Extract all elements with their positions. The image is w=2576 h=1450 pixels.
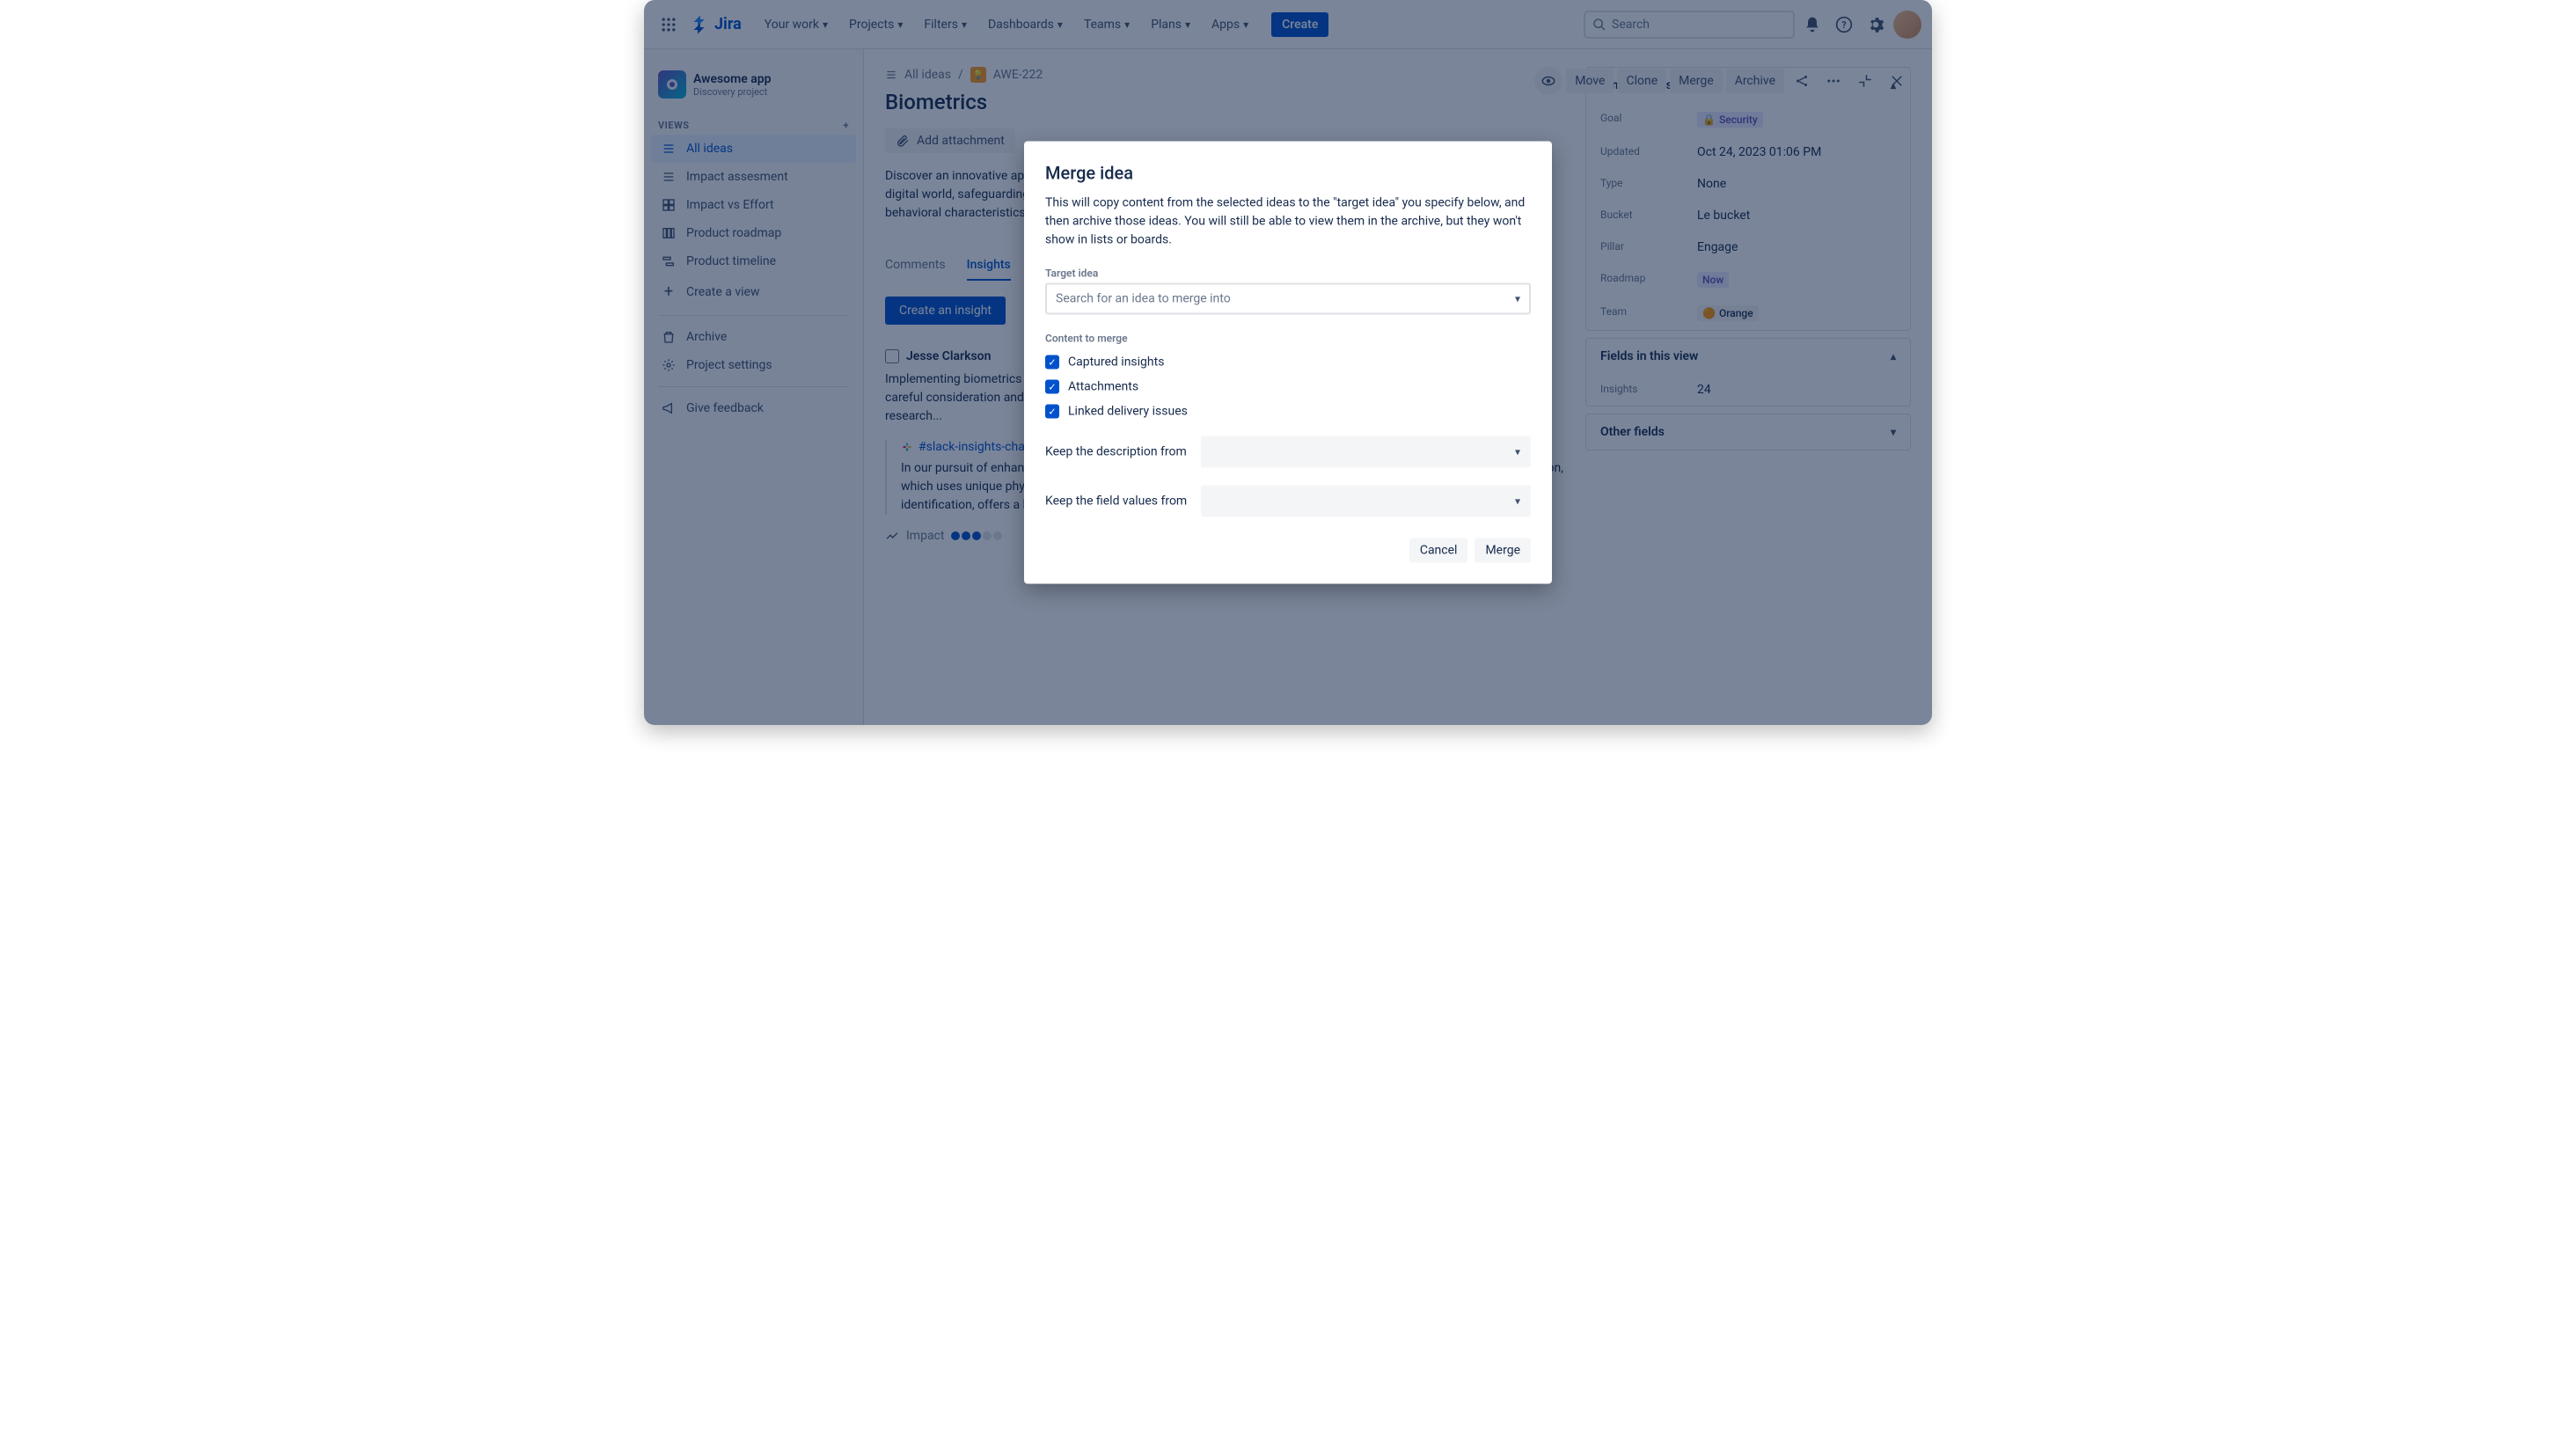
chevron-down-icon — [1515, 292, 1520, 306]
content-to-merge-label: Content to merge — [1045, 333, 1531, 345]
checkbox-attachments[interactable]: ✓Attachments — [1045, 380, 1531, 394]
checkbox-linked-delivery[interactable]: ✓Linked delivery issues — [1045, 405, 1531, 419]
modal-title: Merge idea — [1045, 163, 1531, 184]
checkbox-icon: ✓ — [1045, 380, 1059, 394]
keep-description-label: Keep the description from — [1045, 445, 1187, 459]
keep-field-values-label: Keep the field values from — [1045, 494, 1187, 509]
merge-confirm-button[interactable]: Merge — [1475, 538, 1531, 563]
target-idea-label: Target idea — [1045, 267, 1531, 280]
keep-description-select[interactable] — [1201, 436, 1531, 468]
cancel-button[interactable]: Cancel — [1409, 538, 1468, 563]
chevron-down-icon — [1515, 494, 1520, 509]
keep-field-values-select[interactable] — [1201, 486, 1531, 517]
checkbox-icon: ✓ — [1045, 355, 1059, 370]
target-idea-placeholder: Search for an idea to merge into — [1056, 292, 1231, 306]
target-idea-select[interactable]: Search for an idea to merge into — [1045, 283, 1531, 315]
checkbox-icon: ✓ — [1045, 405, 1059, 419]
checkbox-captured-insights[interactable]: ✓Captured insights — [1045, 355, 1531, 370]
merge-idea-modal: Merge idea This will copy content from t… — [1024, 142, 1552, 584]
modal-description: This will copy content from the selected… — [1045, 194, 1531, 250]
chevron-down-icon — [1515, 445, 1520, 459]
